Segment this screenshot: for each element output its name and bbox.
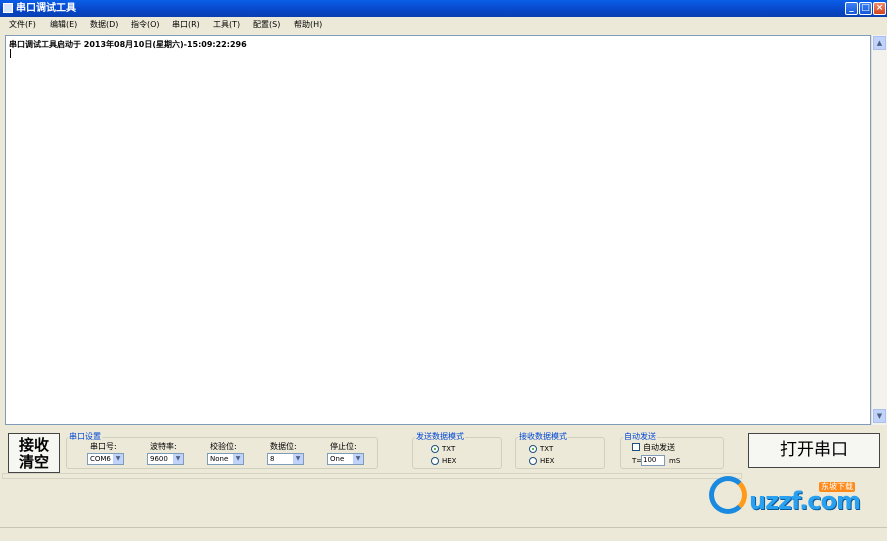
- send-hex-radio[interactable]: [431, 457, 439, 465]
- send-txt-label: TXT: [442, 445, 456, 453]
- send-txt-radio[interactable]: [431, 445, 439, 453]
- clear-button-line1: 接收: [18, 436, 49, 454]
- chevron-down-icon[interactable]: ▼: [233, 454, 243, 464]
- menu-help[interactable]: 帮助(H): [294, 20, 322, 30]
- stopbits-label: 停止位:: [330, 442, 357, 451]
- menu-file[interactable]: 文件(F): [9, 20, 36, 30]
- parity-label: 校验位:: [210, 442, 237, 451]
- send-mode-label: 发送数据模式: [415, 432, 465, 441]
- auto-send-checkbox-label: 自动发送: [643, 443, 675, 452]
- watermark-logo: 东坡下载 uzzf.com: [705, 474, 880, 524]
- databits-label: 数据位:: [270, 442, 297, 451]
- vertical-scrollbar[interactable]: ▲ ▼: [871, 35, 887, 425]
- interval-unit: mS: [669, 457, 681, 465]
- interval-input[interactable]: 100: [641, 455, 665, 466]
- close-button[interactable]: ×: [873, 2, 886, 15]
- recv-hex-radio[interactable]: [529, 457, 537, 465]
- port-value: COM6: [90, 455, 111, 463]
- receive-textarea[interactable]: 串口调试工具启动于 2013年08月10日(星期六)-15:09:22:296: [5, 35, 871, 425]
- minimize-button[interactable]: _: [845, 2, 858, 15]
- recv-txt-label: TXT: [540, 445, 554, 453]
- text-caret: [10, 49, 11, 58]
- recv-hex-label: HEX: [540, 457, 555, 465]
- scroll-down-icon[interactable]: ▼: [873, 409, 886, 423]
- parity-select[interactable]: None ▼: [207, 453, 244, 465]
- serial-settings-label: 串口设置: [68, 432, 102, 441]
- chevron-down-icon[interactable]: ▼: [353, 454, 363, 464]
- parity-value: None: [210, 455, 229, 463]
- logo-icon: [709, 476, 747, 514]
- databits-value: 8: [270, 455, 275, 463]
- window-title: 串口调试工具: [16, 3, 76, 14]
- stopbits-select[interactable]: One ▼: [327, 453, 364, 465]
- databits-select[interactable]: 8 ▼: [267, 453, 304, 465]
- send-mode-group: [412, 437, 502, 469]
- menu-edit[interactable]: 编辑(E): [50, 20, 77, 30]
- send-area[interactable]: [2, 473, 742, 479]
- watermark-text: uzzf.com: [749, 487, 861, 515]
- title-bar[interactable]: 串口调试工具 _ □ ×: [0, 0, 887, 17]
- send-hex-label: HEX: [442, 457, 457, 465]
- chevron-down-icon[interactable]: ▼: [113, 454, 123, 464]
- chevron-down-icon[interactable]: ▼: [173, 454, 183, 464]
- scroll-up-icon[interactable]: ▲: [873, 36, 886, 50]
- recv-mode-label: 接收数据模式: [518, 432, 568, 441]
- baud-select[interactable]: 9600 ▼: [147, 453, 184, 465]
- menu-serial[interactable]: 串口(R): [172, 20, 200, 30]
- app-icon: [3, 3, 13, 13]
- auto-send-checkbox[interactable]: [632, 443, 640, 451]
- menu-config[interactable]: 配置(S): [253, 20, 280, 30]
- clear-receive-button[interactable]: 接收 清空: [8, 433, 60, 473]
- status-bar: [0, 527, 887, 541]
- menu-data[interactable]: 数据(D): [90, 20, 118, 30]
- log-line: 串口调试工具启动于 2013年08月10日(星期六)-15:09:22:296: [9, 40, 247, 49]
- stopbits-value: One: [330, 455, 345, 463]
- menu-bar: 文件(F) 编辑(E) 数据(D) 指令(O) 串口(R) 工具(T) 配置(S…: [0, 17, 887, 33]
- maximize-button[interactable]: □: [859, 2, 872, 15]
- chevron-down-icon[interactable]: ▼: [293, 454, 303, 464]
- open-port-button[interactable]: 打开串口: [748, 433, 880, 468]
- port-label: 串口号:: [90, 442, 117, 451]
- recv-mode-group: [515, 437, 605, 469]
- baud-label: 波特率:: [150, 442, 177, 451]
- baud-value: 9600: [150, 455, 168, 463]
- port-select[interactable]: COM6 ▼: [87, 453, 124, 465]
- menu-tools[interactable]: 工具(T): [213, 20, 240, 30]
- menu-command[interactable]: 指令(O): [131, 20, 160, 30]
- auto-send-group-label: 自动发送: [623, 432, 657, 441]
- clear-button-line2: 清空: [18, 453, 49, 471]
- recv-txt-radio[interactable]: [529, 445, 537, 453]
